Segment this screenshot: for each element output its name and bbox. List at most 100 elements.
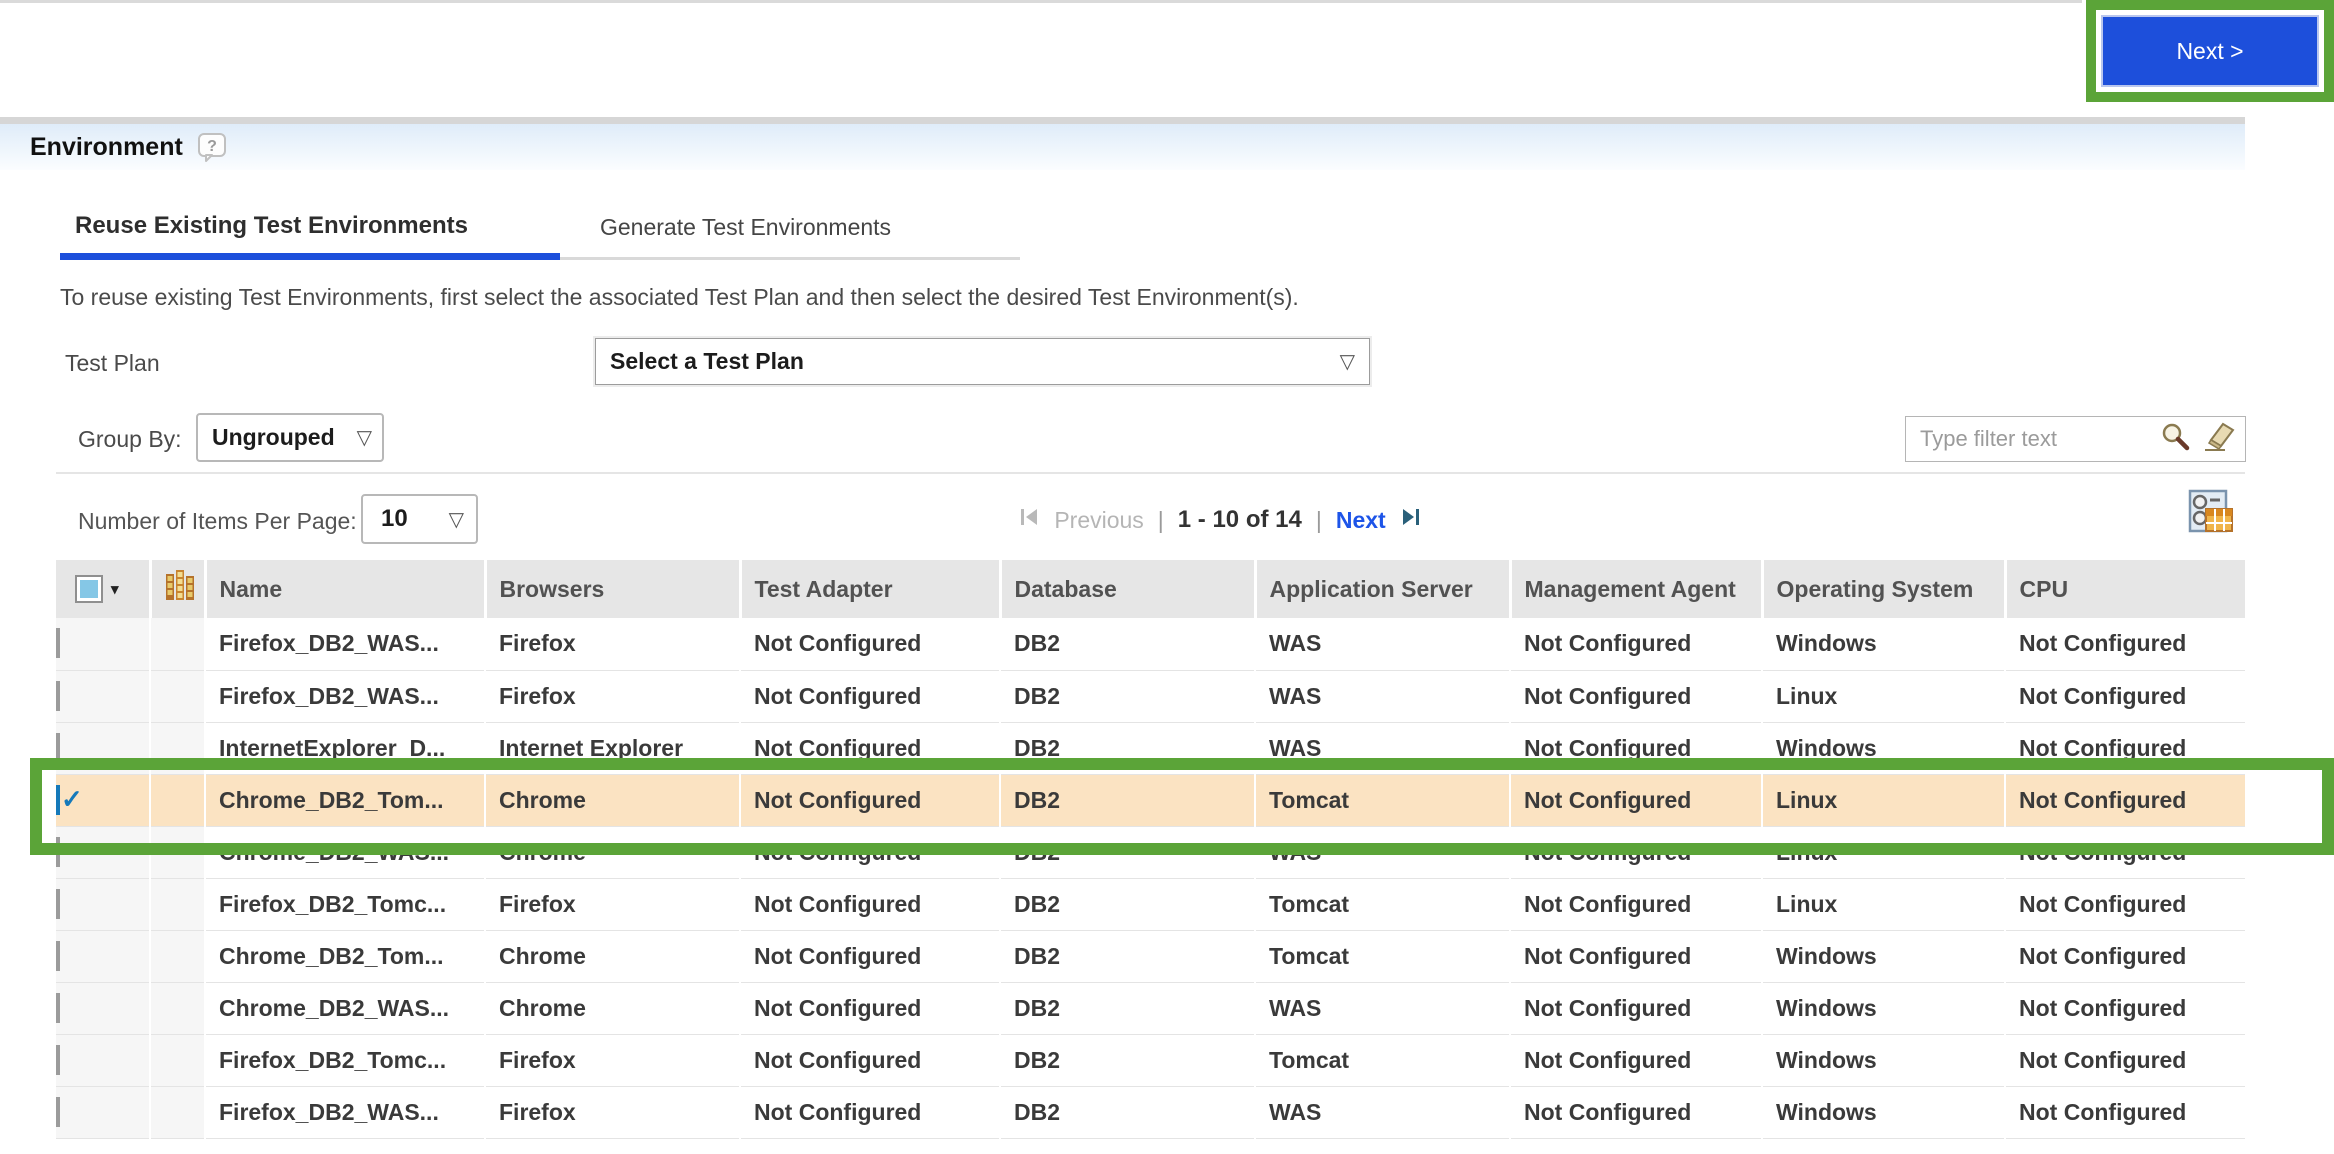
- row-checkbox[interactable]: [56, 1044, 60, 1075]
- cell-name: Firefox_DB2_WAS...: [205, 618, 486, 671]
- row-checkbox[interactable]: [56, 1096, 60, 1127]
- cell-application-server: Tomcat: [1255, 1034, 1511, 1087]
- next-page-link[interactable]: Next: [1336, 507, 1386, 534]
- row-checkbox[interactable]: [56, 680, 60, 711]
- row-select-cell[interactable]: [56, 930, 151, 983]
- cell-operating-system: Windows: [1762, 722, 2006, 775]
- select-all-checkbox[interactable]: [75, 575, 103, 603]
- chevron-down-icon: ▽: [1339, 351, 1355, 373]
- column-header-database[interactable]: Database: [1000, 560, 1257, 618]
- cell-test-adapter: Not Configured: [740, 618, 1001, 671]
- table-row[interactable]: Chrome_DB2_WAS... Chrome Not Configured …: [56, 982, 2245, 1035]
- cell-operating-system: Windows: [1762, 1086, 2006, 1139]
- column-header-test-adapter[interactable]: Test Adapter: [740, 560, 1002, 618]
- skip-to-end-icon[interactable]: [1400, 506, 1422, 534]
- column-header-application-server[interactable]: Application Server: [1255, 560, 1512, 618]
- column-header-cpu[interactable]: CPU: [2005, 560, 2245, 618]
- group-by-value: Ungrouped: [212, 424, 335, 450]
- cell-management-agent: Not Configured: [1510, 670, 1763, 723]
- cell-browsers: Firefox: [485, 670, 741, 723]
- row-select-cell[interactable]: [56, 774, 151, 827]
- row-select-cell[interactable]: [56, 1034, 151, 1087]
- items-per-page-label: Number of Items Per Page:: [78, 508, 357, 534]
- row-select-cell[interactable]: [56, 722, 151, 775]
- cell-management-agent: Not Configured: [1510, 774, 1763, 827]
- table-row[interactable]: InternetExplorer_D... Internet Explorer …: [56, 722, 2245, 775]
- next-button[interactable]: Next >: [2101, 15, 2319, 87]
- column-header-operating-system[interactable]: Operating System: [1762, 560, 2007, 618]
- row-select-cell[interactable]: [56, 670, 151, 723]
- table-row[interactable]: Firefox_DB2_WAS... Firefox Not Configure…: [56, 618, 2245, 671]
- cell-database: DB2: [1000, 722, 1256, 775]
- cell-name: Chrome_DB2_WAS...: [205, 826, 486, 879]
- cell-application-server: WAS: [1255, 618, 1511, 671]
- pagination: Previous | 1 - 10 of 14 | Next: [920, 498, 1520, 542]
- table-row[interactable]: Firefox_DB2_WAS... Firefox Not Configure…: [56, 670, 2245, 723]
- cell-application-server: WAS: [1255, 1086, 1511, 1139]
- cell-management-agent: Not Configured: [1510, 618, 1763, 671]
- row-select-cell[interactable]: [56, 618, 151, 671]
- help-icon[interactable]: ?: [197, 132, 227, 162]
- column-header-browsers[interactable]: Browsers: [485, 560, 742, 618]
- configure-columns-icon[interactable]: [2186, 487, 2234, 535]
- table-row[interactable]: Firefox_DB2_WAS... Firefox Not Configure…: [56, 1086, 2245, 1139]
- select-all-header[interactable]: ▾: [56, 560, 152, 618]
- cell-test-adapter: Not Configured: [740, 878, 1001, 931]
- cell-cpu: Not Configured: [2005, 930, 2245, 983]
- cell-operating-system: Linux: [1762, 774, 2006, 827]
- table-row[interactable]: Chrome_DB2_Tom... Chrome Not Configured …: [56, 774, 2245, 827]
- tab-reuse-existing[interactable]: Reuse Existing Test Environments: [75, 212, 468, 240]
- row-checkbox[interactable]: [56, 628, 60, 659]
- cell-name: InternetExplorer_D...: [205, 722, 486, 775]
- cell-database: DB2: [1000, 1086, 1256, 1139]
- cell-name: Firefox_DB2_Tomc...: [205, 878, 486, 931]
- previous-page-link: Previous: [1054, 506, 1144, 533]
- row-select-cell[interactable]: [56, 982, 151, 1035]
- items-per-page-dropdown[interactable]: 10 ▽: [361, 494, 478, 544]
- table-row[interactable]: Firefox_DB2_Tomc... Firefox Not Configur…: [56, 1034, 2245, 1087]
- pagination-separator: |: [1157, 506, 1164, 533]
- row-checkbox[interactable]: [56, 732, 60, 763]
- clear-filter-icon[interactable]: [2203, 422, 2235, 457]
- row-checkbox[interactable]: [56, 784, 60, 815]
- cell-browsers: Firefox: [485, 878, 741, 931]
- cell-test-adapter: Not Configured: [740, 982, 1001, 1035]
- row-checkbox[interactable]: [56, 888, 60, 919]
- table-row[interactable]: Firefox_DB2_Tomc... Firefox Not Configur…: [56, 878, 2245, 931]
- cell-operating-system: Linux: [1762, 826, 2006, 879]
- filter-field[interactable]: [1905, 416, 2246, 462]
- active-tab-underline: [60, 253, 560, 260]
- type-column-header[interactable]: [150, 560, 207, 618]
- test-plan-dropdown[interactable]: Select a Test Plan ▽: [595, 338, 1370, 385]
- cell-application-server: Tomcat: [1255, 878, 1511, 931]
- cell-test-adapter: Not Configured: [740, 722, 1001, 775]
- select-menu-caret-icon[interactable]: ▾: [111, 580, 119, 598]
- cell-database: DB2: [1000, 930, 1256, 983]
- cell-cpu: Not Configured: [2005, 618, 2245, 671]
- tab-generate[interactable]: Generate Test Environments: [600, 214, 891, 241]
- skip-to-start-icon[interactable]: [1018, 506, 1040, 534]
- environment-type-icon: [165, 570, 195, 609]
- table-row[interactable]: Chrome_DB2_Tom... Chrome Not Configured …: [56, 930, 2245, 983]
- column-header-name[interactable]: Name: [205, 560, 487, 618]
- next-button-annotation: Next >: [2086, 0, 2334, 102]
- table-row[interactable]: Chrome_DB2_WAS... Chrome Not Configured …: [56, 826, 2245, 879]
- cell-management-agent: Not Configured: [1510, 878, 1763, 931]
- group-by-dropdown[interactable]: Ungrouped ▽: [196, 413, 384, 462]
- cell-application-server: Tomcat: [1255, 774, 1511, 827]
- row-checkbox[interactable]: [56, 940, 60, 971]
- row-checkbox[interactable]: [56, 836, 60, 867]
- row-select-cell[interactable]: [56, 1086, 151, 1139]
- search-icon[interactable]: [2161, 422, 2191, 457]
- row-select-cell[interactable]: [56, 826, 151, 879]
- cell-cpu: Not Configured: [2005, 1086, 2245, 1139]
- cell-operating-system: Windows: [1762, 930, 2006, 983]
- cell-management-agent: Not Configured: [1510, 982, 1763, 1035]
- row-checkbox[interactable]: [56, 992, 60, 1023]
- cell-database: DB2: [1000, 1034, 1256, 1087]
- filter-input[interactable]: [1918, 425, 2149, 453]
- row-select-cell[interactable]: [56, 878, 151, 931]
- row-type-cell: [150, 1034, 206, 1087]
- cell-database: DB2: [1000, 878, 1256, 931]
- column-header-management-agent[interactable]: Management Agent: [1510, 560, 1764, 618]
